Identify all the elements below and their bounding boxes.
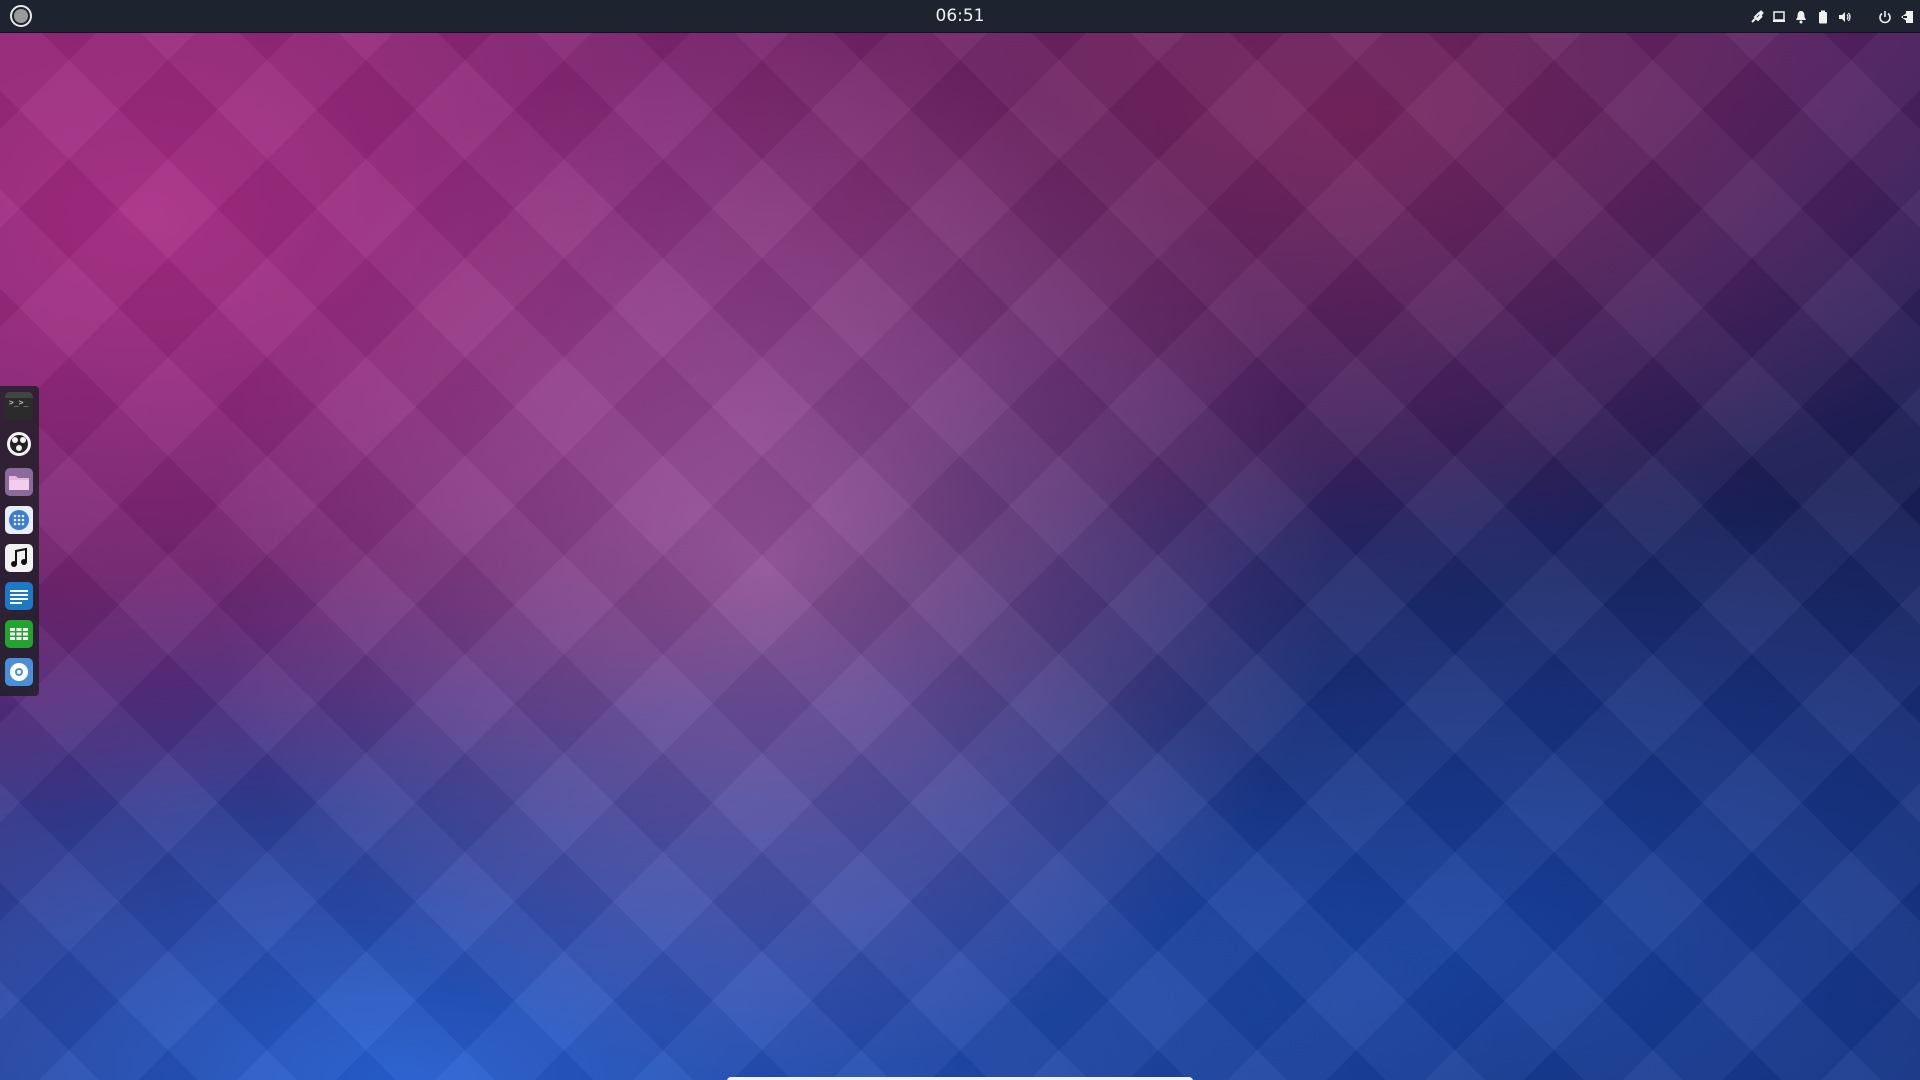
terminal-icon: >_>_ xyxy=(5,392,33,420)
app-grid-icon xyxy=(5,506,33,534)
dock: >_>_ xyxy=(0,386,39,696)
network-icon[interactable] xyxy=(1750,9,1764,24)
dock-item-files[interactable] xyxy=(5,468,33,496)
battery-icon[interactable] xyxy=(1816,10,1830,24)
system-tray xyxy=(1750,0,1914,33)
spreadsheet-icon xyxy=(5,620,33,648)
folder-icon xyxy=(5,468,33,496)
top-panel: 06:51 xyxy=(0,0,1920,33)
document-icon xyxy=(5,582,33,610)
dock-item-terminal[interactable]: >_>_ xyxy=(5,392,33,420)
display-icon[interactable] xyxy=(1772,10,1786,24)
dock-item-browser[interactable] xyxy=(5,430,33,458)
svg-text:>_>_: >_>_ xyxy=(9,398,28,407)
dock-item-app-launcher[interactable] xyxy=(5,506,33,534)
clock[interactable]: 06:51 xyxy=(0,0,1920,33)
logout-icon[interactable] xyxy=(1900,10,1914,24)
dock-item-web-browser[interactable] xyxy=(5,658,33,686)
music-note-icon xyxy=(5,544,33,572)
desktop[interactable]: 06:51 >_>_ xyxy=(0,0,1920,1080)
wallpaper-pattern xyxy=(0,0,1920,1080)
dock-item-spreadsheet[interactable] xyxy=(5,620,33,648)
dock-item-music[interactable] xyxy=(5,544,33,572)
power-icon[interactable] xyxy=(1878,10,1892,24)
browser-icon xyxy=(7,432,31,456)
dock-item-text-editor[interactable] xyxy=(5,582,33,610)
notification-bell-icon[interactable] xyxy=(1794,10,1808,24)
volume-icon[interactable] xyxy=(1838,10,1852,24)
web-browser-icon xyxy=(5,658,33,686)
